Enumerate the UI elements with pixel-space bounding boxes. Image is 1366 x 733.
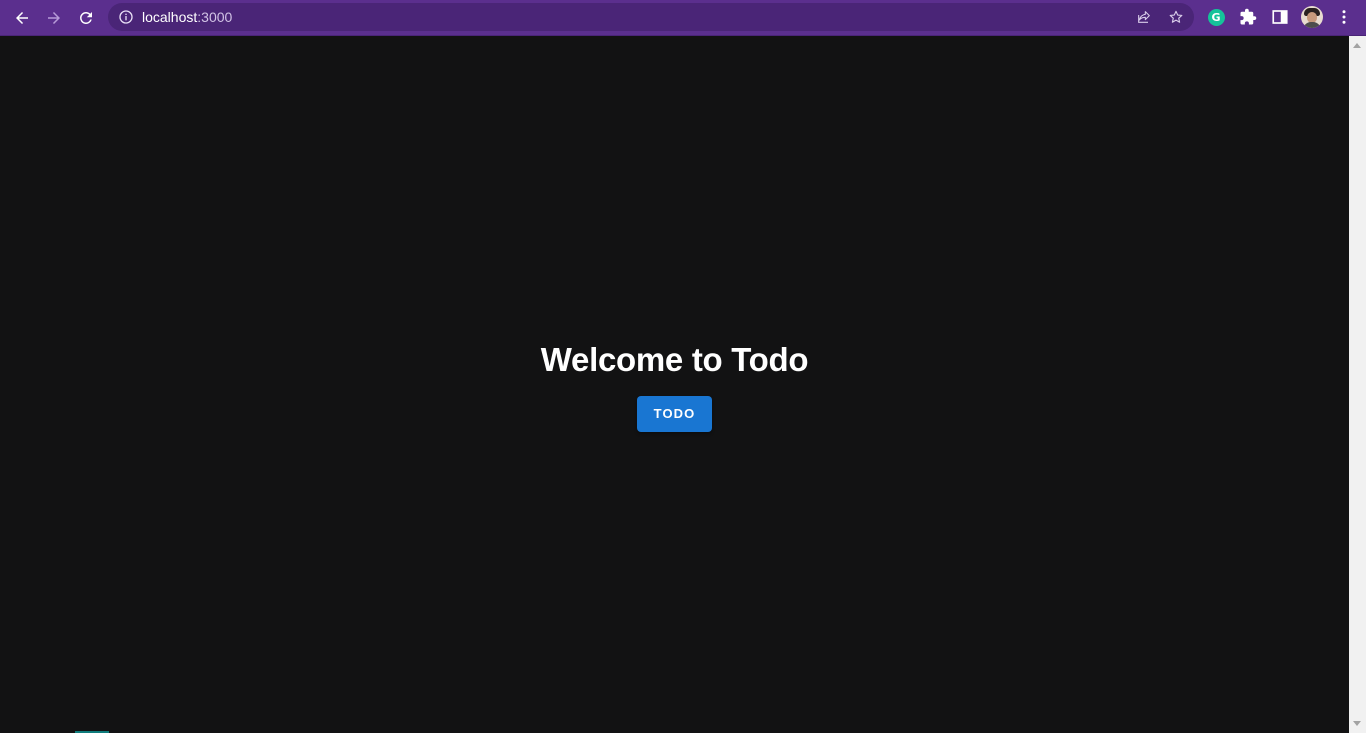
back-button[interactable] bbox=[8, 4, 36, 32]
address-url: localhost:3000 bbox=[142, 9, 232, 25]
extensions-button[interactable] bbox=[1236, 5, 1260, 29]
url-host: localhost bbox=[142, 9, 198, 25]
forward-button[interactable] bbox=[40, 4, 68, 32]
info-icon[interactable] bbox=[118, 9, 134, 25]
avatar bbox=[1301, 6, 1323, 28]
arrow-right-icon bbox=[48, 12, 60, 24]
kebab-menu-icon bbox=[1342, 10, 1346, 24]
side-panel-button[interactable] bbox=[1268, 5, 1292, 29]
scroll-down-arrow-icon[interactable] bbox=[1353, 721, 1361, 726]
share-icon bbox=[1138, 11, 1150, 23]
share-button[interactable] bbox=[1134, 7, 1154, 27]
browser-menu-button[interactable] bbox=[1332, 5, 1356, 29]
bookmark-button[interactable] bbox=[1166, 7, 1186, 27]
browser-toolbar: localhost:3000 G bbox=[0, 0, 1366, 36]
side-panel-icon bbox=[1272, 10, 1288, 24]
welcome-section: Welcome to Todo TODO bbox=[0, 340, 1349, 432]
scroll-up-arrow-icon[interactable] bbox=[1353, 43, 1361, 48]
vertical-scrollbar[interactable] bbox=[1349, 36, 1366, 733]
puzzle-icon bbox=[1240, 8, 1257, 25]
url-port: :3000 bbox=[197, 9, 233, 25]
page-title: Welcome to Todo bbox=[540, 341, 809, 378]
todo-button[interactable]: TODO bbox=[637, 396, 712, 432]
page-viewport: Welcome to Todo TODO bbox=[0, 36, 1349, 733]
star-icon bbox=[1169, 10, 1183, 23]
arrow-left-icon bbox=[16, 12, 28, 24]
profile-button[interactable] bbox=[1300, 5, 1324, 29]
reload-button[interactable] bbox=[72, 4, 100, 32]
grammarly-extension-button[interactable]: G bbox=[1204, 5, 1228, 29]
address-bar[interactable]: localhost:3000 bbox=[108, 3, 1194, 31]
grammarly-icon: G bbox=[1207, 8, 1225, 26]
reload-icon bbox=[80, 12, 92, 24]
